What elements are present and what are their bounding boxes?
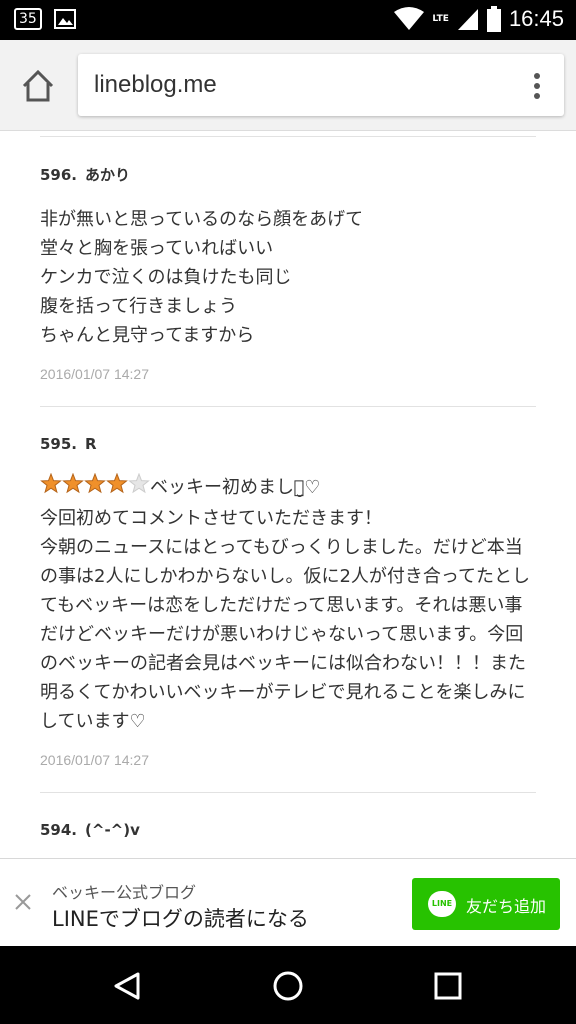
more-vert-icon[interactable] [532,72,542,100]
back-icon[interactable] [112,970,144,1002]
comment-header: 594. (^-^)v [40,821,536,839]
url-bar[interactable]: lineblog.me [78,54,564,116]
comment-number: 594. [40,821,78,839]
add-friend-button[interactable]: LINE 友だち追加 [412,878,560,930]
url-text[interactable]: lineblog.me [94,71,217,99]
comment-number: 595. [40,435,78,453]
home-circle-icon[interactable] [272,970,304,1002]
comment-date: 2016/01/07 14:27 [40,366,149,382]
divider [40,792,536,793]
image-notification-icon [53,9,76,29]
battery-icon [486,6,501,32]
star-rating [40,472,150,504]
recents-icon[interactable] [432,970,464,1002]
divider [40,136,536,137]
comment-author: (^-^)v [85,821,140,839]
comment-body: ベッキー初めまして̮♡ 今回初めてコメントさせていただきます！ 今朝のニュースに… [40,472,536,736]
comment-body: 非が無いと思っているのなら顔をあげて 堂々と胸を張っていればいい ケンカで泣くの… [40,209,364,346]
line-follow-banner: ベッキー公式ブログ LINEでブログの読者になる LINE 友だち追加 [0,858,576,947]
star-filled-icon [40,472,62,494]
status-bar: 35 LTE 16:45 [0,0,576,40]
close-icon[interactable] [14,893,32,911]
add-friend-label: 友だち追加 [466,897,547,916]
star-filled-icon [106,472,128,494]
comment-author: あかり [85,166,131,184]
star-filled-icon [62,472,84,494]
comment-number: 596. [40,166,78,184]
clock: 16:45 [508,6,564,31]
divider [40,406,536,407]
notification-count-icon: 35 [14,8,42,30]
star-empty-icon [128,472,150,494]
comment-596: 596. あかり 非が無いと思っているのなら顔をあげて 堂々と胸を張っていればいい… [40,164,536,382]
wifi-icon [394,7,425,30]
comment-date: 2016/01/07 14:27 [40,752,149,768]
comment-594: 594. (^-^)v [40,821,536,839]
comment-author: R [85,435,97,453]
star-filled-icon [84,472,106,494]
comment-header: 596. あかり [40,164,536,185]
line-logo-icon: LINE [428,891,456,917]
signal-icon [457,9,478,30]
navigation-bar [0,946,576,1024]
comment-header: 595. R [40,435,536,453]
browser-toolbar: lineblog.me [0,40,576,131]
banner-subtitle: ベッキー公式ブログ [52,883,197,902]
comment-text: ベッキー初めまして̮♡ 今回初めてコメントさせていただきます！ 今朝のニュースに… [40,477,531,732]
banner-title: LINEでブログの読者になる [52,907,309,931]
network-type-label: LTE [432,13,449,24]
home-icon[interactable] [18,66,58,106]
comment-595: 595. R ベッキー初めまして̮♡ 今回初めてコメントさせていただきます！ 今朝… [40,435,536,768]
